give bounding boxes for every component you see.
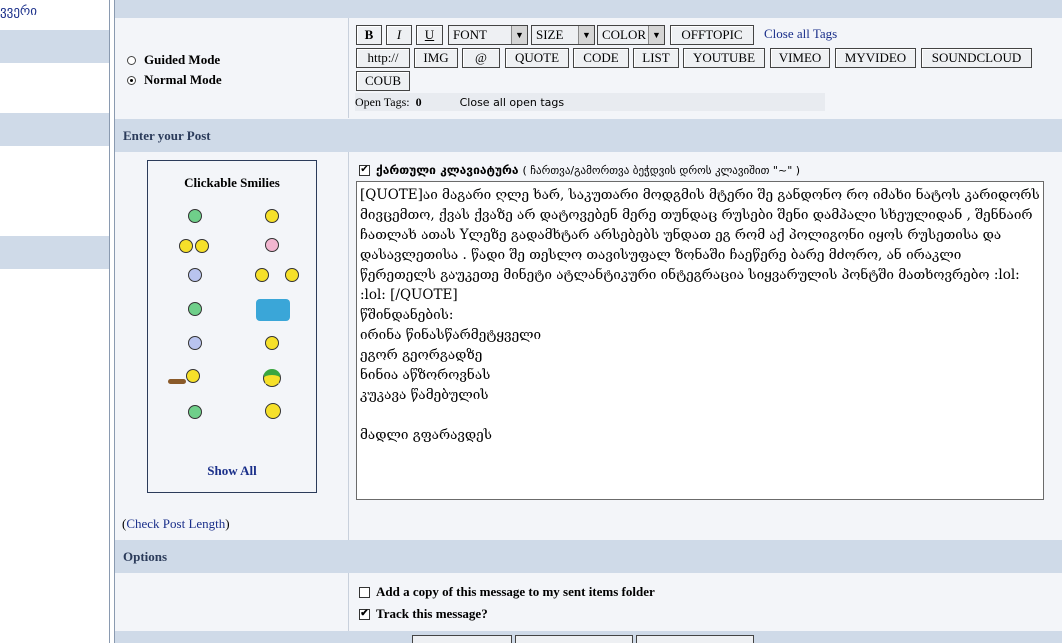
track-option[interactable]: ✔ Track this message?	[359, 606, 488, 622]
options-header: Options	[115, 540, 1062, 573]
smiley-icon[interactable]	[195, 239, 209, 253]
font-select[interactable]: FONT ▼	[448, 25, 528, 45]
chevron-down-icon: ▼	[578, 26, 594, 44]
smiley-icon[interactable]	[179, 239, 193, 253]
open-tags-bar: Open Tags: 0 Close all open tags	[355, 93, 825, 111]
guided-mode-option[interactable]: Guided Mode	[127, 52, 220, 68]
open-tags-label: Open Tags:	[355, 94, 410, 109]
smiley-icon[interactable]	[265, 336, 279, 350]
smiley-icon[interactable]	[188, 405, 202, 419]
open-tags-count: 0	[415, 94, 422, 109]
guided-mode-label: Guided Mode	[144, 52, 221, 67]
normal-mode-radio[interactable]	[127, 75, 136, 85]
keyboard-label: ქართული კლავიატურა	[376, 163, 519, 177]
myvideo-button[interactable]: MYVIDEO	[835, 48, 916, 68]
list-button[interactable]: LIST	[633, 48, 679, 68]
chevron-down-icon: ▼	[648, 26, 664, 44]
check-post-length-link[interactable]: Check Post Length	[126, 516, 225, 531]
bold-button[interactable]: B	[356, 25, 382, 45]
close-all-tags-link[interactable]: Close all Tags	[764, 26, 837, 42]
copy-sent-option[interactable]: Add a copy of this message to my sent it…	[359, 584, 655, 600]
smiley-icon[interactable]	[265, 238, 279, 252]
color-select[interactable]: COLOR ▼	[597, 25, 665, 45]
preview-button[interactable]	[515, 635, 633, 643]
vimeo-button[interactable]: VIMEO	[770, 48, 830, 68]
check-length-row: (Check Post Length)	[122, 516, 230, 532]
at-button[interactable]: @	[462, 48, 500, 68]
show-all-smilies-link[interactable]: Show All	[148, 463, 316, 479]
normal-mode-label: Normal Mode	[144, 72, 222, 87]
sidebar-band	[0, 113, 109, 146]
smiley-icon[interactable]	[188, 209, 202, 223]
reset-button[interactable]	[636, 635, 754, 643]
copy-sent-checkbox[interactable]	[359, 586, 370, 598]
smiley-icon[interactable]	[188, 302, 202, 316]
smilies-title: Clickable Smilies	[184, 175, 280, 190]
post-form: Guided Mode Normal Mode B I U FONT ▼ SIZ…	[114, 0, 1062, 643]
smiley-icon[interactable]	[265, 403, 281, 419]
sidebar-link[interactable]: ვვერი	[0, 4, 37, 19]
normal-mode-option[interactable]: Normal Mode	[127, 72, 222, 88]
img-button[interactable]: IMG	[414, 48, 458, 68]
enter-post-header: Enter your Post	[115, 119, 1062, 152]
chevron-down-icon: ▼	[511, 26, 527, 44]
track-checkbox[interactable]: ✔	[359, 608, 370, 620]
track-label: Track this message?	[376, 606, 488, 621]
smiley-icon[interactable]	[265, 209, 279, 223]
youtube-button[interactable]: YOUTUBE	[683, 48, 765, 68]
coub-button[interactable]: COUB	[356, 71, 410, 91]
font-select-value: FONT	[453, 27, 487, 42]
quote-button[interactable]: QUOTE	[505, 48, 569, 68]
sidebar-band	[0, 236, 109, 269]
paren: )	[225, 516, 230, 531]
sidebar-band	[0, 30, 109, 63]
smiley-icon[interactable]	[188, 268, 202, 282]
size-select[interactable]: SIZE ▼	[531, 25, 595, 45]
wave-smiley-icon[interactable]	[256, 299, 290, 321]
top-header-band	[115, 0, 1062, 18]
copy-sent-label: Add a copy of this message to my sent it…	[376, 584, 655, 599]
post-textarea[interactable]: [QUOTE]აი მაგარი ღლე ხარ, საკუთარი მოდგმ…	[356, 181, 1044, 500]
http-button[interactable]: http://	[356, 48, 410, 68]
offtopic-button[interactable]: OFFTOPIC	[670, 25, 754, 45]
close-all-open-tags-link[interactable]: Close all open tags	[460, 96, 565, 109]
submit-button[interactable]	[412, 635, 512, 643]
smiley-icon[interactable]	[255, 268, 269, 282]
underline-button[interactable]: U	[416, 25, 443, 45]
smiley-icon[interactable]	[188, 336, 202, 350]
smiley-icon[interactable]	[263, 369, 281, 387]
code-button[interactable]: CODE	[573, 48, 629, 68]
divider	[348, 573, 349, 631]
georgian-keyboard-toggle[interactable]: ✔ ქართული კლავიატურა ( ჩართვა/გამორთვა ბ…	[359, 163, 800, 177]
keyboard-checkbox[interactable]: ✔	[359, 164, 370, 176]
smiley-icon[interactable]	[285, 268, 299, 282]
divider	[348, 152, 349, 540]
guided-mode-radio[interactable]	[127, 55, 136, 65]
color-select-value: COLOR	[602, 27, 647, 42]
smilies-box: Clickable Smilies Show All	[147, 160, 317, 493]
left-sidebar: ვვერი	[0, 0, 110, 643]
viking-smiley-icon[interactable]	[168, 367, 206, 387]
divider	[348, 18, 349, 118]
size-select-value: SIZE	[536, 27, 564, 42]
soundcloud-button[interactable]: SOUNDCLOUD	[921, 48, 1032, 68]
italic-button[interactable]: I	[386, 25, 412, 45]
keyboard-hint: ( ჩართვა/გამორთვა ბეჭდვის დროს კლავიშით …	[522, 163, 801, 177]
